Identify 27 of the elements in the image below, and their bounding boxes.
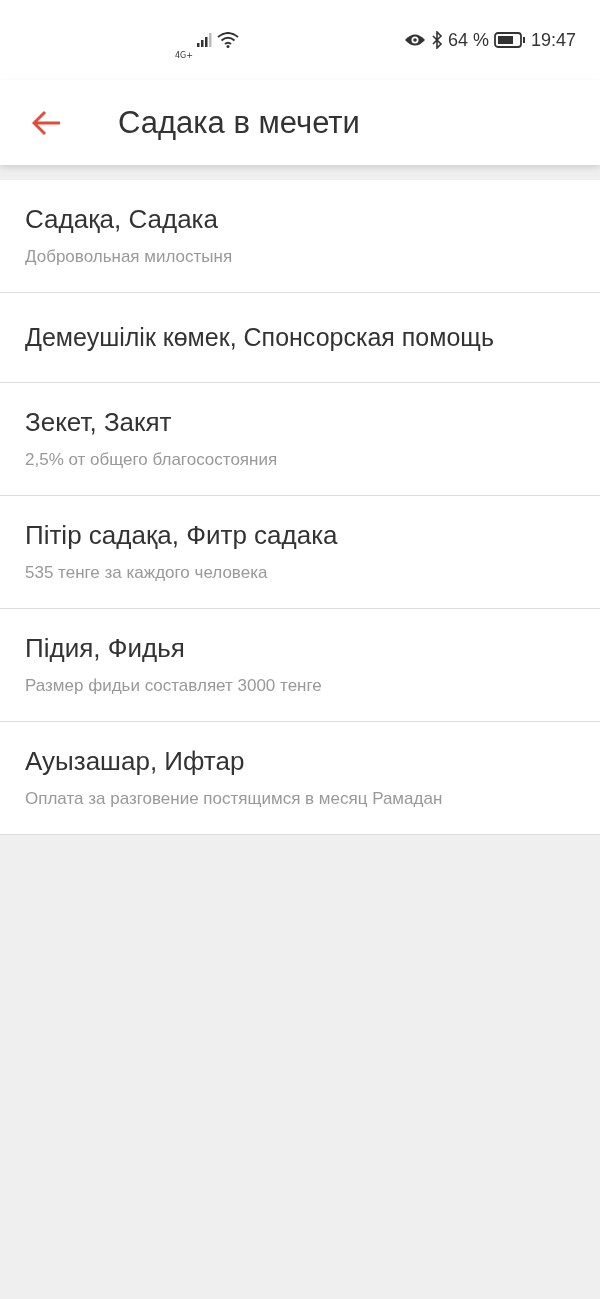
item-title: Демеушілік көмек, Спонсорская помощь xyxy=(25,323,495,352)
list-item[interactable]: Садақа, Садака Добровольная милостыня xyxy=(0,180,600,293)
list-item[interactable]: Зекет, Закят 2,5% от общего благосостояния xyxy=(0,383,600,496)
list-item[interactable]: Ауызашар, Ифтар Оплата за разговение постящимся в месяц Рамадан xyxy=(0,722,600,835)
back-arrow-icon xyxy=(32,109,62,136)
item-title: Підия, Фидья xyxy=(25,633,186,664)
signal-icon xyxy=(197,33,213,47)
wifi-icon xyxy=(217,32,239,48)
screen-title: Садака в мечети xyxy=(118,104,360,141)
list-item[interactable]: Пітір садақа, Фитр садака 535 тенге за каждого человека xyxy=(0,496,600,609)
item-title: Садақа, Садака xyxy=(25,204,219,235)
item-title: Зекет, Закят xyxy=(25,407,173,438)
bluetooth-icon xyxy=(430,31,443,49)
item-title: Пітір садақа, Фитр садака xyxy=(25,520,339,551)
clock: 19:47 xyxy=(530,29,576,51)
item-title: Ауызашар, Ифтар xyxy=(25,746,246,777)
battery-percent: 64 % xyxy=(447,29,489,51)
item-subtitle: Размер фидьи составляет 3000 тенге xyxy=(25,676,323,696)
item-subtitle: 2,5% от общего благосостояния xyxy=(25,450,279,470)
eye-icon xyxy=(403,33,426,47)
list-item[interactable]: Демеушілік көмек, Спонсорская помощь xyxy=(0,293,600,383)
list-item[interactable]: Підия, Фидья Размер фидьи составляет 3000 тенге xyxy=(0,609,600,722)
battery-icon xyxy=(493,32,526,48)
item-subtitle: Оплата за разговение постящимся в месяц Рамадан xyxy=(25,789,444,809)
network-type: 4G+ xyxy=(175,50,193,60)
item-subtitle: 535 тенге за каждого человека xyxy=(25,563,269,583)
item-subtitle: Добровольная милостыня xyxy=(25,247,234,267)
